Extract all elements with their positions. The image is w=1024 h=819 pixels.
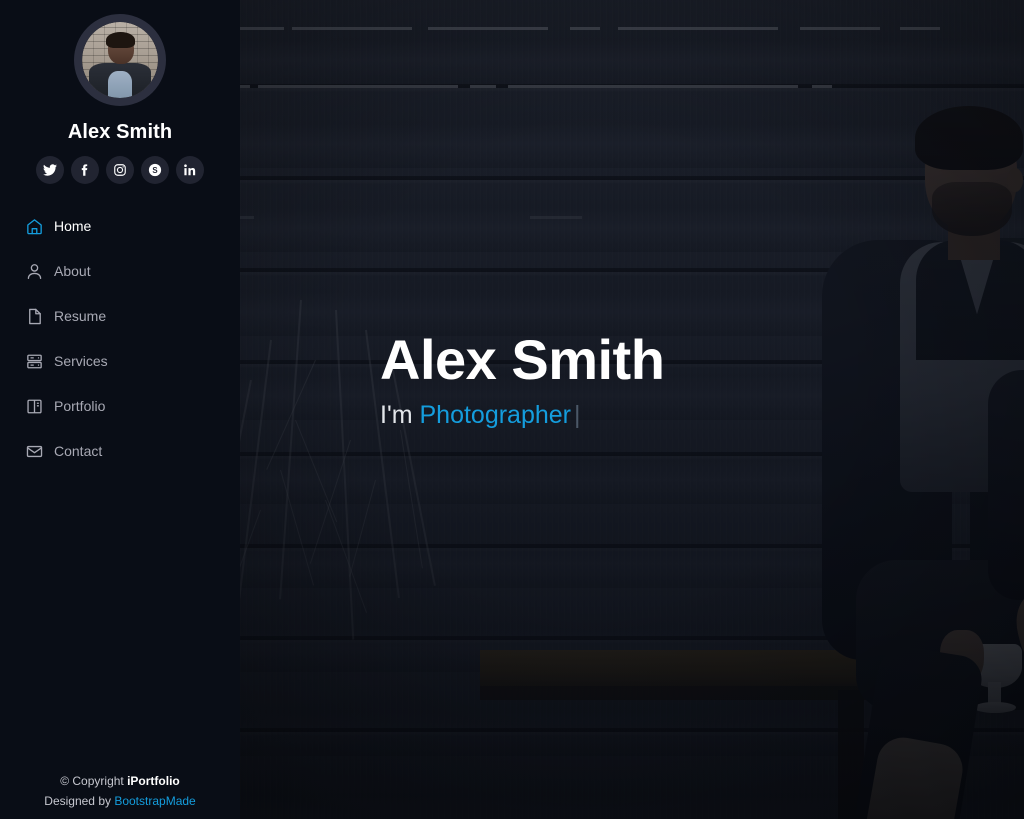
person-icon — [24, 261, 44, 281]
social-link-twitter[interactable] — [36, 156, 64, 184]
nav-item-home[interactable]: Home — [0, 208, 240, 244]
social-link-linkedin[interactable] — [176, 156, 204, 184]
columns-icon — [24, 396, 44, 416]
envelope-icon — [24, 441, 44, 461]
nav-label-resume: Resume — [54, 308, 107, 324]
sidebar-footer: © Copyright iPortfolio Designed by Boots… — [0, 771, 240, 811]
designed-prefix: Designed by — [44, 794, 115, 808]
skype-icon: S — [148, 163, 162, 177]
hero-section: Alex Smith I'm Photographer | — [240, 0, 1024, 819]
copyright-brand: iPortfolio — [127, 774, 180, 788]
main-navigation: Home About Resume Services Portfolio Con… — [0, 208, 240, 469]
avatar-shirt — [108, 70, 132, 98]
server-icon — [24, 351, 44, 371]
profile-block: Alex Smith S — [0, 0, 240, 184]
linkedin-icon — [183, 163, 197, 177]
nav-item-about[interactable]: About — [0, 253, 240, 289]
social-links: S — [0, 156, 240, 184]
home-icon — [24, 216, 44, 236]
social-link-facebook[interactable] — [71, 156, 99, 184]
nav-label-services: Services — [54, 353, 108, 369]
nav-label-contact: Contact — [54, 443, 103, 459]
portfolio-page: Alex Smith S Home About Resume Services … — [0, 0, 1024, 819]
hero-subheading: I'm Photographer | — [380, 400, 664, 430]
hero-heading: Alex Smith — [380, 328, 665, 391]
nav-label-home: Home — [54, 218, 92, 234]
profile-photo — [82, 22, 158, 98]
nav-label-about: About — [54, 263, 91, 279]
nav-item-contact[interactable]: Contact — [0, 433, 240, 469]
hero-intro-prefix: I'm — [380, 401, 420, 429]
copyright-prefix: © Copyright — [60, 774, 128, 788]
sidebar: Alex Smith S Home About Resume Services … — [0, 0, 240, 819]
svg-text:S: S — [152, 166, 157, 175]
nav-item-portfolio[interactable]: Portfolio — [0, 388, 240, 424]
nav-item-resume[interactable]: Resume — [0, 298, 240, 334]
nav-item-services[interactable]: Services — [0, 343, 240, 379]
social-link-instagram[interactable] — [106, 156, 134, 184]
designed-by-text: Designed by BootstrapMade — [0, 791, 240, 811]
hero-text-block: Alex Smith I'm Photographer | — [380, 328, 665, 430]
instagram-icon — [113, 163, 127, 177]
file-icon — [24, 306, 44, 326]
twitter-icon — [43, 163, 57, 177]
copyright-text: © Copyright iPortfolio — [0, 771, 240, 791]
typed-cursor: | — [574, 401, 581, 429]
avatar — [74, 14, 166, 106]
avatar-hair — [106, 31, 135, 48]
facebook-icon — [78, 163, 92, 177]
profile-name: Alex Smith — [67, 121, 173, 143]
hero-typed-word: Photographer — [419, 401, 572, 429]
nav-label-portfolio: Portfolio — [54, 398, 106, 414]
social-link-skype[interactable]: S — [141, 156, 169, 184]
bootstrapmade-link[interactable]: BootstrapMade — [114, 794, 195, 808]
